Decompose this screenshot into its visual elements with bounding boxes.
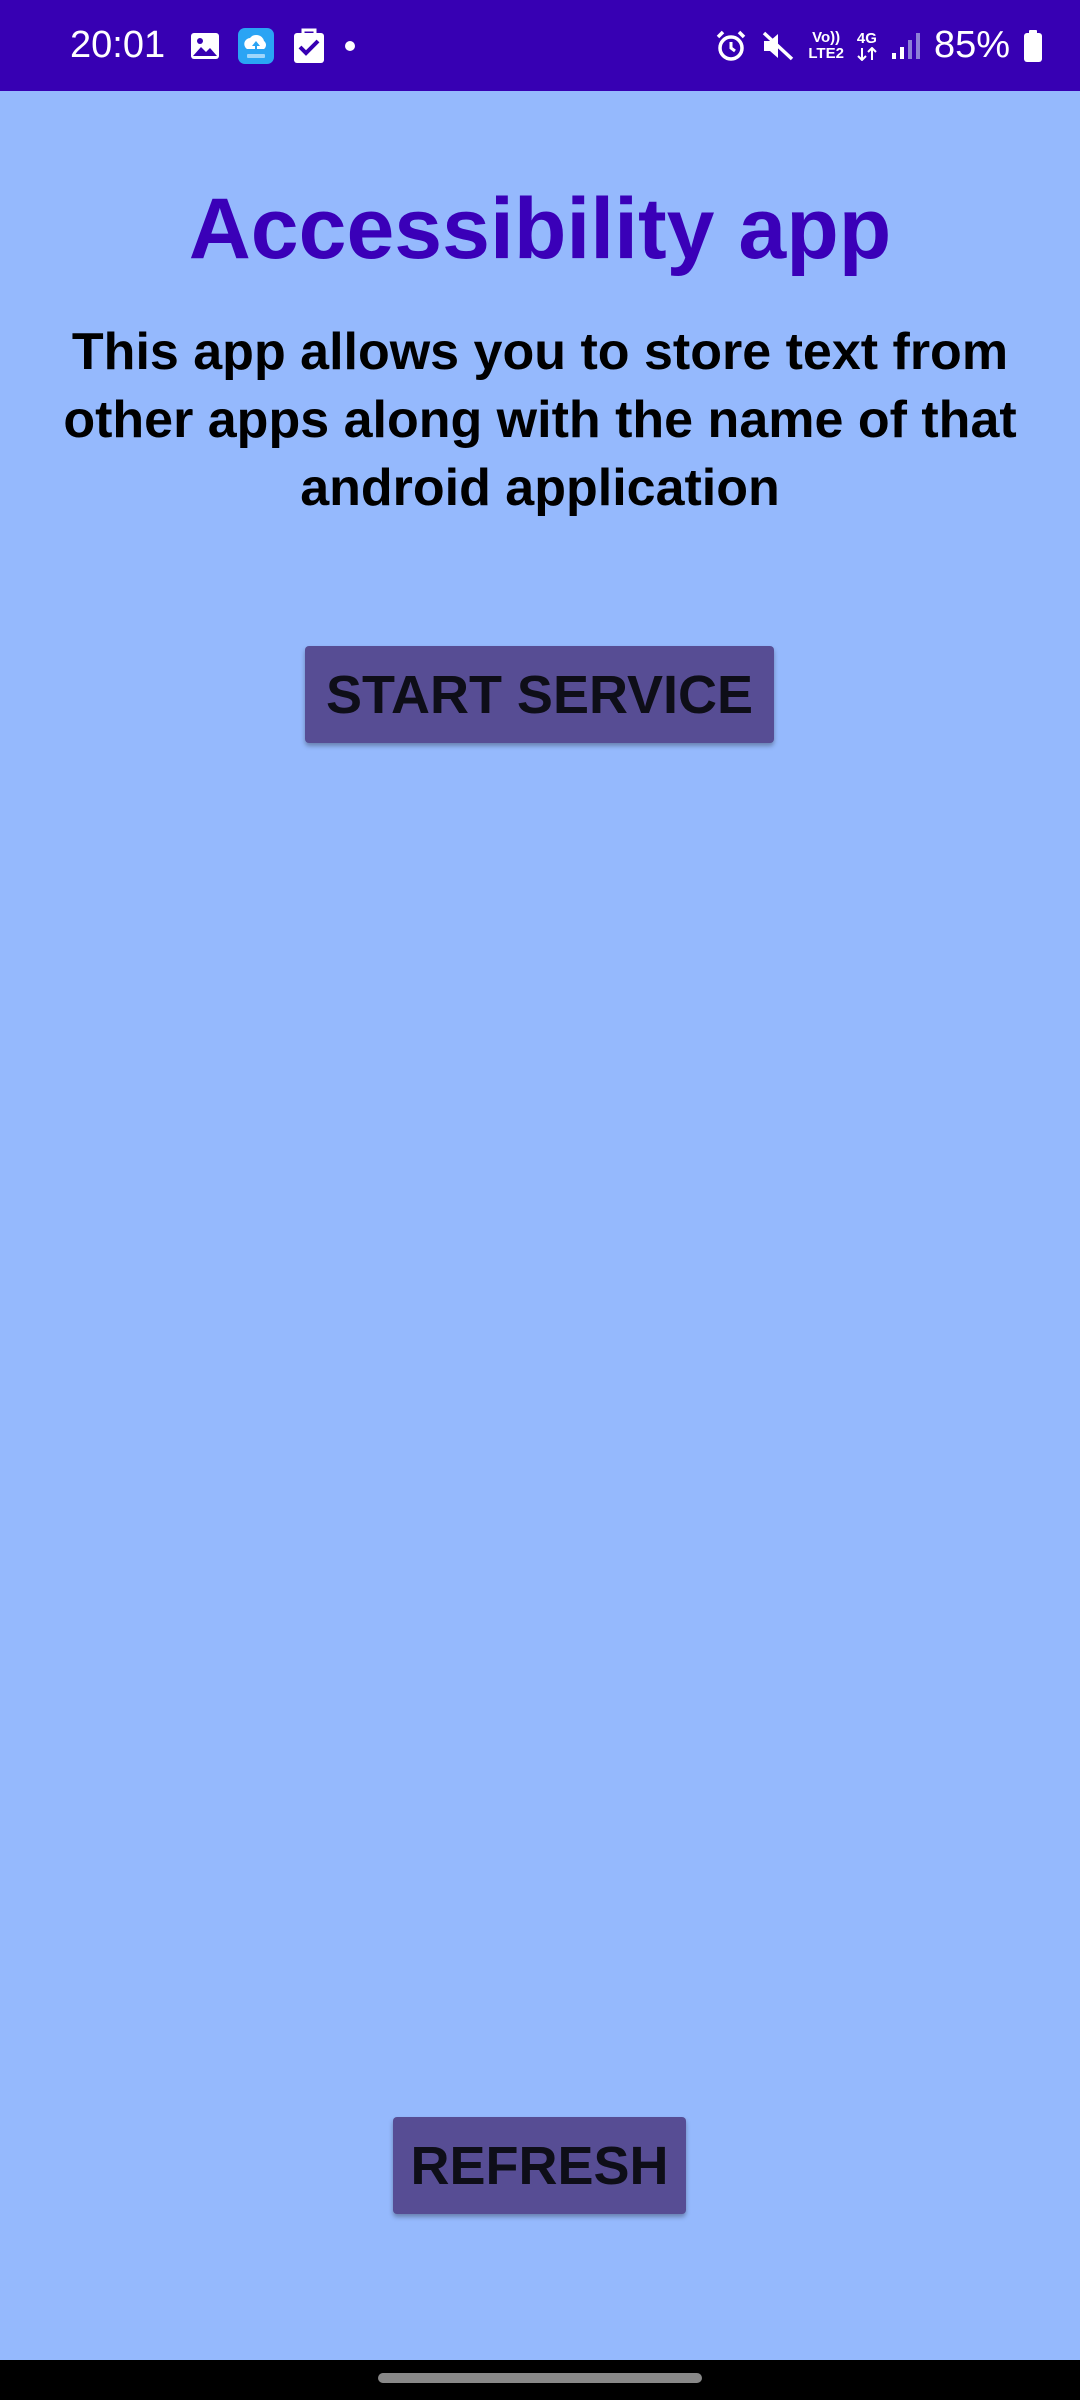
status-time: 20:01 — [70, 24, 166, 66]
battery-percent: 85% — [933, 24, 1010, 66]
app-title: Accessibility app — [188, 181, 892, 277]
status-bar: 20:01 Vo)) LTE2 4G 85% — [0, 0, 1080, 91]
data-4g-icon: 4G — [856, 29, 878, 61]
status-right: Vo)) LTE2 4G 85% — [714, 0, 1044, 91]
dot-icon — [343, 39, 357, 53]
alarm-icon — [714, 29, 748, 63]
home-gesture-handle[interactable] — [378, 2373, 702, 2383]
navigation-bar — [0, 2360, 1080, 2400]
lte-label: LTE2 — [808, 44, 844, 62]
signal-icon — [890, 31, 922, 61]
data-type-label: 4G — [856, 29, 877, 47]
start-service-button[interactable]: START SERVICE — [305, 646, 774, 743]
status-left: 20:01 — [70, 0, 357, 91]
volte-label: Vo)) — [812, 28, 841, 46]
gallery-icon — [189, 30, 221, 62]
battery-icon — [1022, 29, 1044, 63]
app-description: This app allows you to store text from o… — [63, 323, 1017, 517]
mute-icon — [760, 29, 796, 63]
cloud-upload-icon — [237, 27, 275, 65]
shopping-bag-icon — [291, 27, 327, 65]
volte-icon: Vo)) LTE2 — [808, 28, 844, 62]
refresh-button[interactable]: REFRESH — [393, 2117, 686, 2214]
